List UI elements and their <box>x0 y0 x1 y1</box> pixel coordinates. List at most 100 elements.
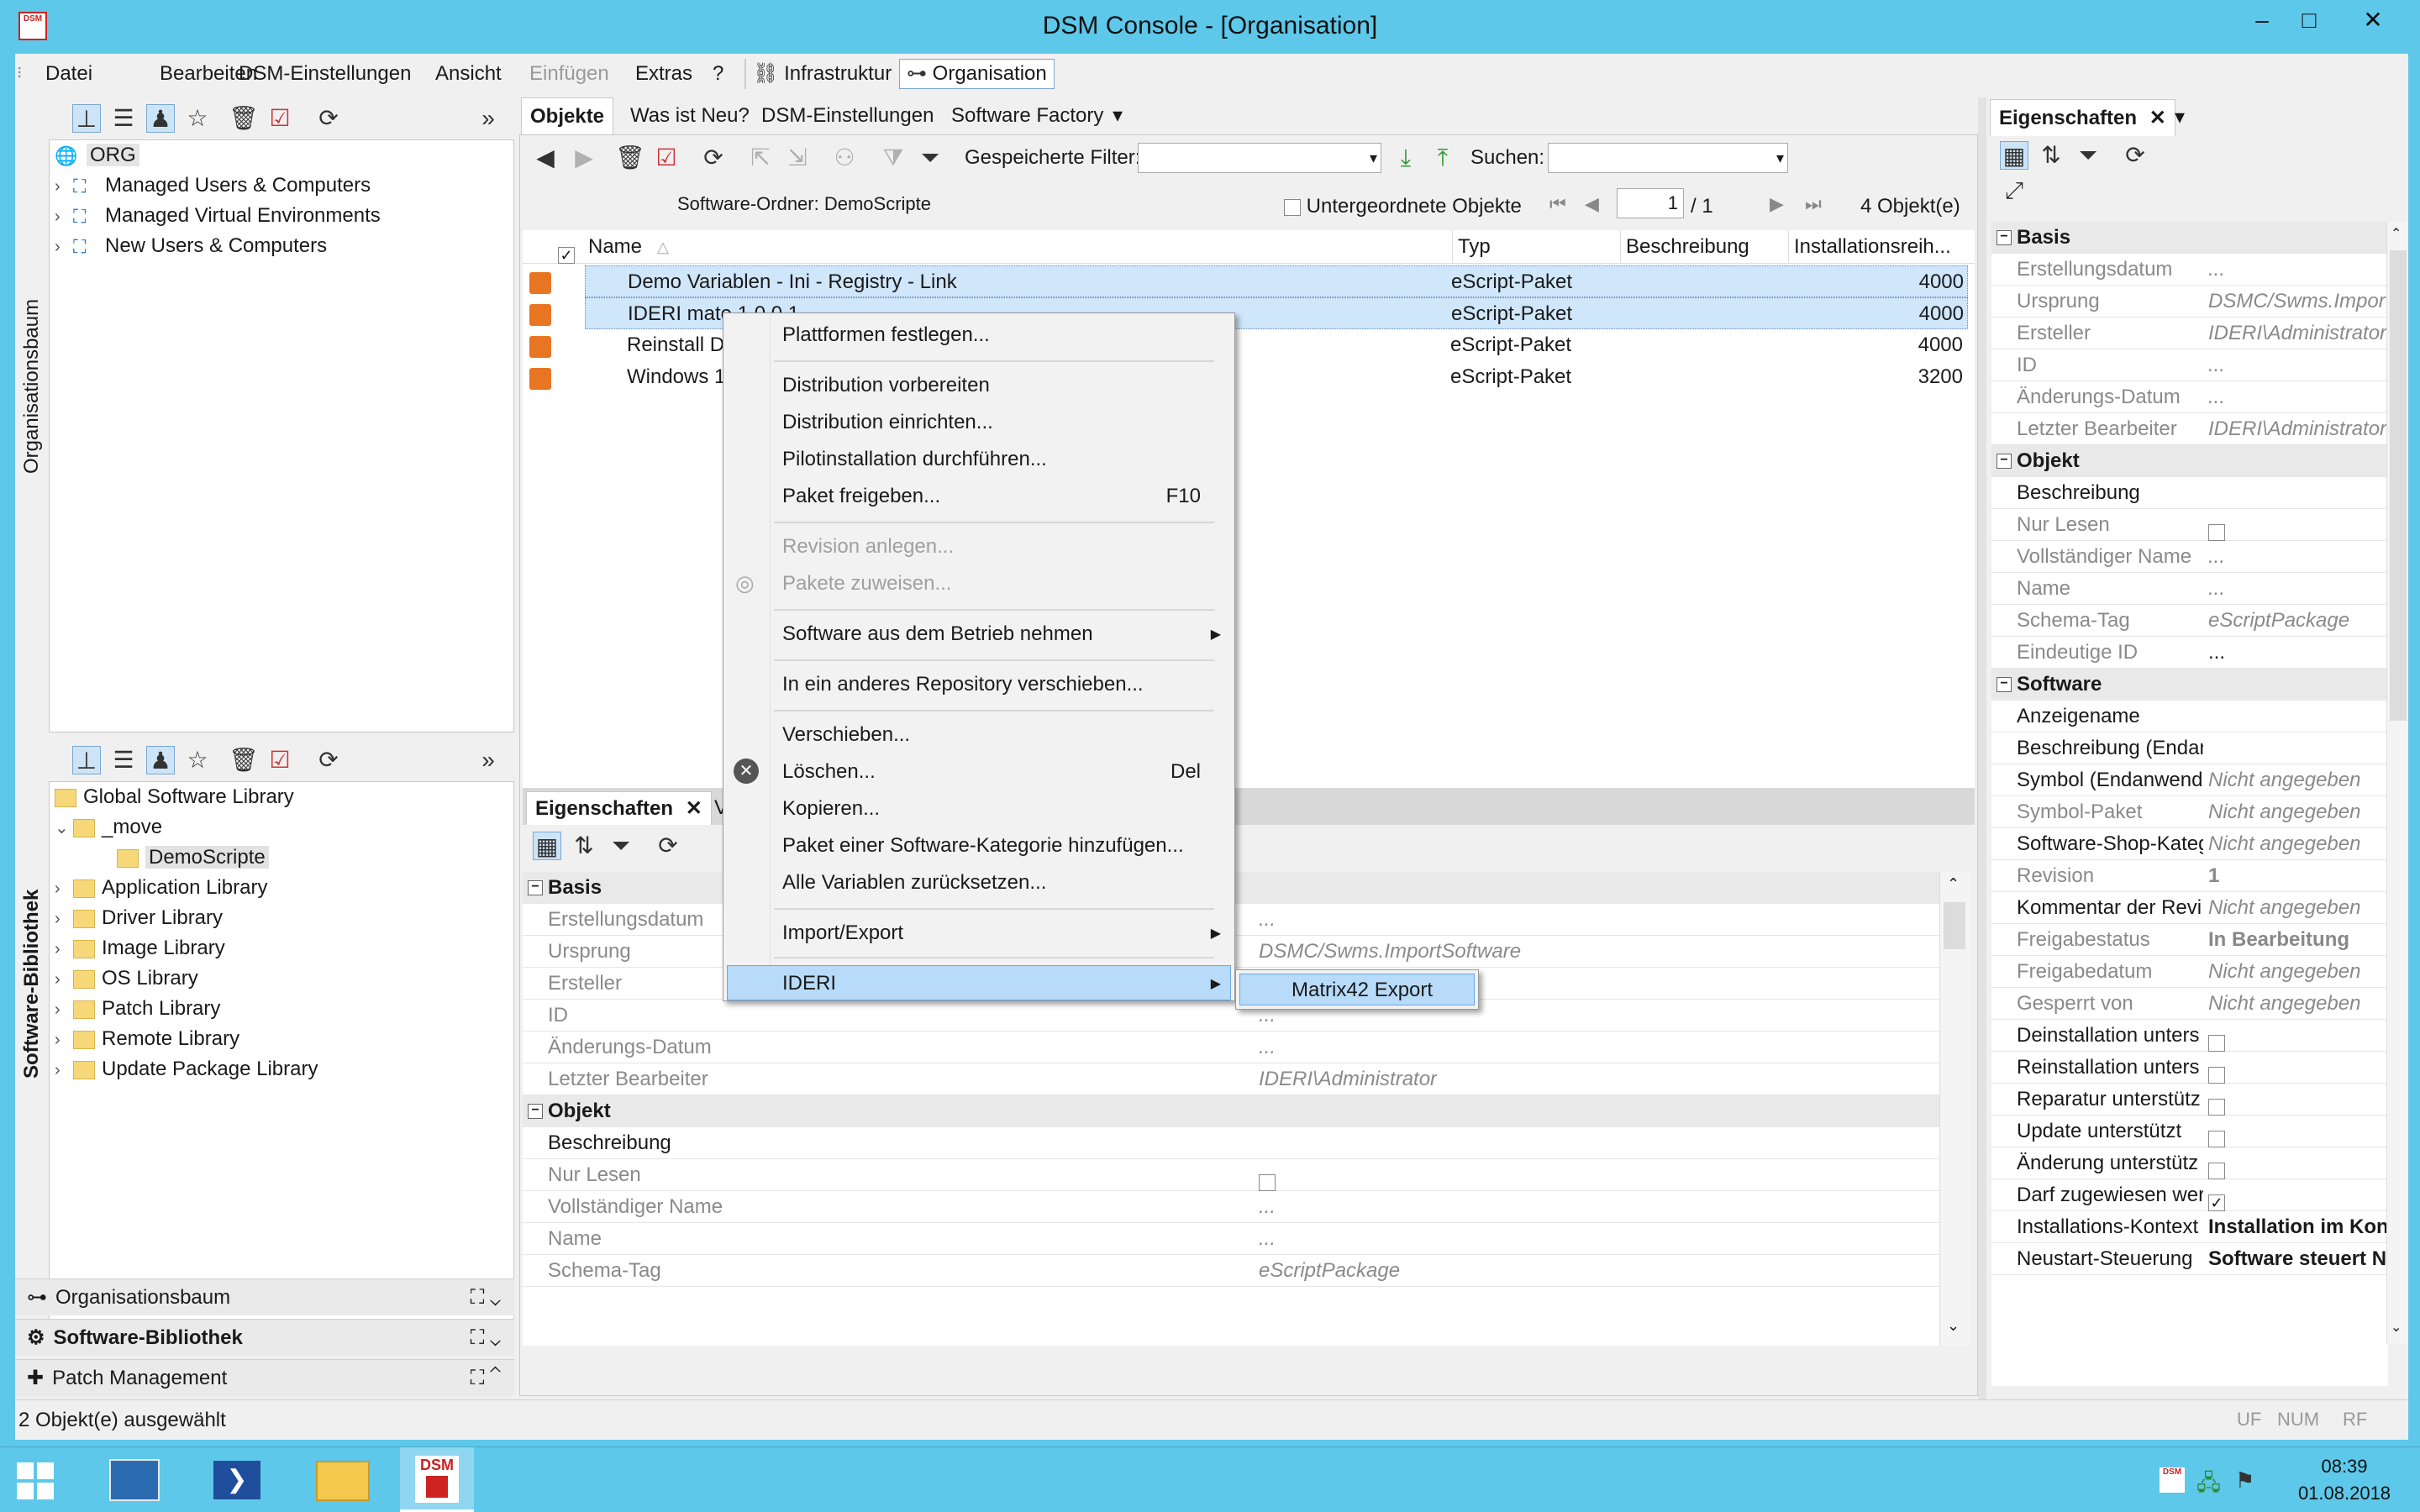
close-button[interactable]: ✕ <box>2333 0 2413 40</box>
sort-az-icon[interactable]: ⇅ <box>570 832 598 860</box>
collapse-icon[interactable]: − <box>528 880 543 895</box>
saved-filter-select[interactable]: ▾ <box>1138 143 1381 173</box>
vtab-software-bibliothek[interactable]: Software-Bibliothek <box>20 890 44 1079</box>
server-manager-icon[interactable] <box>109 1459 160 1501</box>
prop-row[interactable]: Anzeigename <box>1991 701 2388 732</box>
collapse-icon[interactable]: − <box>1996 677 2012 692</box>
filter-icon[interactable]: ⏷ <box>607 832 635 860</box>
accordion-software-bibliothek[interactable]: ⚙ Software-Bibliothek ⛶ ⌄ <box>15 1319 514 1356</box>
expand-icon[interactable]: ⛶ ⌄ <box>471 1320 501 1357</box>
menu-item-kopieren[interactable]: Kopieren... <box>782 797 880 821</box>
prop-row[interactable]: Ursprung DSMC/Swms.Impor <box>1991 286 2388 318</box>
tree-view-icon[interactable]: ⊥ <box>72 746 101 774</box>
expand-more-icon[interactable]: » <box>474 104 502 133</box>
chevron-right-icon[interactable]: › <box>55 171 73 202</box>
tab-overflow-icon[interactable]: ▾ <box>2166 99 2193 136</box>
prop-row[interactable]: Gesperrt von Nicht angegeben <box>1991 988 2388 1020</box>
col-installationsreihenfolge[interactable]: Installationsreih... <box>1788 230 1975 264</box>
network-tray-icon[interactable]: 🖧 <box>2196 1467 2221 1504</box>
close-icon[interactable]: ✕ <box>2149 107 2166 129</box>
prop-row[interactable]: Letzter Bearbeiter IDERI\Administrator <box>1991 413 2388 445</box>
tree-item-os-library[interactable]: › OS Library <box>55 963 198 994</box>
import-icon[interactable]: ⤓ <box>1392 144 1420 172</box>
menu-help[interactable]: ? <box>713 62 723 86</box>
filter-icon[interactable]: ⏷ <box>916 144 944 172</box>
tree-item-patch-library[interactable]: › Patch Library <box>55 994 220 1024</box>
menu-item-distribution-vorbereiten[interactable]: Distribution vorbereiten <box>782 374 990 397</box>
scroll-up-icon[interactable]: ⌃ <box>1947 875 1960 893</box>
chevron-right-icon[interactable]: › <box>55 964 73 995</box>
prop-row[interactable]: Erstellungsdatum... <box>1991 254 2388 286</box>
close-icon[interactable]: ✕ <box>686 797 702 820</box>
prop-row[interactable]: Reparatur unterstütz <box>1991 1084 2388 1116</box>
tab-right-eigenschaften[interactable]: Eigenschaften ✕ <box>1990 99 2175 136</box>
chevron-right-icon[interactable]: › <box>55 934 73 964</box>
prop-row[interactable]: Deinstallation unters <box>1991 1020 2388 1052</box>
prop-row[interactable]: Beschreibung (Endan <box>1991 732 2388 764</box>
prop-row[interactable]: Änderung unterstütz <box>1991 1147 2388 1179</box>
menu-item-import-export[interactable]: Import/Export <box>782 921 903 945</box>
scroll-down-icon[interactable]: ⌄ <box>1947 1317 1960 1335</box>
chevron-right-icon[interactable]: › <box>55 232 73 262</box>
refresh-icon[interactable]: ⟳ <box>2121 141 2149 170</box>
prop-row[interactable]: Freigabedatum Nicht angegeben <box>1991 956 2388 988</box>
table-row[interactable]: Demo Variablen - Ini - Registry - Link e… <box>585 265 1968 297</box>
bottom-props-scrollbar[interactable]: ⌃ ⌄ <box>1939 872 1970 1346</box>
sub-objects-toggle[interactable]: Untergeordnete Objekte <box>1284 195 1522 218</box>
chevron-right-icon[interactable]: › <box>55 904 73 934</box>
prop-row[interactable]: Eindeutige ID... <box>1991 637 2388 669</box>
tab-dsm-einstellungen[interactable]: DSM-Einstellungen <box>753 97 942 134</box>
col-typ[interactable]: Typ <box>1452 230 1491 264</box>
tree-item-managed-users[interactable]: › ⛶ Managed Users & Computers <box>55 171 371 201</box>
refresh-icon[interactable]: ⟳ <box>654 832 682 860</box>
prop-row[interactable]: Ersteller IDERI\Administrator <box>1991 318 2388 349</box>
search-input[interactable]: ▾ <box>1548 143 1788 173</box>
prop-row[interactable]: Installations-Kontext Installation im Kon <box>1991 1211 2388 1243</box>
dsm-taskbar-button[interactable]: DSM <box>400 1447 474 1512</box>
chevron-right-icon[interactable]: › <box>55 995 73 1025</box>
menu-datei[interactable]: Datei <box>45 62 92 86</box>
delete-icon[interactable]: 🗑 <box>229 746 259 774</box>
menu-item-paket-freigeben[interactable]: Paket freigeben... <box>782 485 940 508</box>
page-input[interactable]: 1 <box>1617 188 1684 218</box>
tree-item-managed-virtual[interactable]: › ⛶ Managed Virtual Environments <box>55 201 381 231</box>
splitter[interactable] <box>1978 97 1986 1399</box>
prop-row[interactable]: Revision 1 <box>1991 860 2388 892</box>
windows-start-icon[interactable] <box>17 1462 54 1499</box>
col-name[interactable]: Name <box>588 230 642 264</box>
prop-row[interactable]: Nur Lesen <box>523 1159 1956 1191</box>
checklist-icon[interactable]: ☑ <box>266 746 294 774</box>
clock-date[interactable]: 01.08.2018 <box>2294 1483 2395 1504</box>
tree-item-org[interactable]: 🌐 ORG <box>55 140 139 171</box>
prop-row[interactable]: Darf zugewiesen wer ✓ <box>1991 1179 2388 1211</box>
menu-item-verschieben[interactable]: Verschieben... <box>782 723 910 747</box>
checklist-icon[interactable]: ☑ <box>266 104 294 133</box>
scroll-up-icon[interactable]: ⌃ <box>2391 225 2402 242</box>
prop-row[interactable]: Name... <box>1991 573 2388 605</box>
delete-icon[interactable]: 🗑 <box>615 144 645 172</box>
scroll-thumb[interactable] <box>2390 250 2407 721</box>
chevron-down-icon[interactable]: ⌄ <box>55 813 73 843</box>
collapse-icon[interactable]: − <box>528 1104 543 1119</box>
first-page-icon[interactable]: ⏮ <box>1549 193 1566 215</box>
tree-view-icon[interactable]: ⊥ <box>72 104 101 133</box>
prop-row[interactable]: Änderungs-Datum... <box>1991 381 2388 413</box>
prop-row[interactable]: Update unterstützt <box>1991 1116 2388 1147</box>
menu-item-ausser-betrieb[interactable]: Software aus dem Betrieb nehmen <box>782 622 1093 646</box>
section-objekt[interactable]: − Objekt <box>1991 445 2388 477</box>
tree-item-global-library[interactable]: Global Software Library <box>55 782 294 812</box>
prop-row[interactable]: Schema-Tag eScriptPackage <box>523 1255 1956 1287</box>
prop-row[interactable]: Beschreibung <box>1991 477 2388 509</box>
accordion-organisationsbaum[interactable]: ⊶ Organisationsbaum ⛶ ⌄ <box>15 1278 514 1315</box>
export-icon[interactable]: ⤒ <box>1428 144 1457 172</box>
checklist-icon[interactable]: ☑ <box>652 144 681 172</box>
tree-item-remote-library[interactable]: › Remote Library <box>55 1024 239 1054</box>
prop-row[interactable]: Symbol (Endanwend Nicht angegeben <box>1991 764 2388 796</box>
list-view-icon[interactable]: ☰ <box>109 746 138 774</box>
chevron-right-icon[interactable]: › <box>55 202 73 232</box>
prop-row[interactable]: Symbol-Paket Nicht angegeben <box>1991 796 2388 828</box>
select-all-checkbox[interactable]: ✓ <box>558 238 575 271</box>
tab-overflow-icon[interactable]: ▾ <box>1104 97 1131 134</box>
tree-item-driver-library[interactable]: › Driver Library <box>55 903 223 933</box>
refresh-icon[interactable]: ⟳ <box>314 104 343 133</box>
